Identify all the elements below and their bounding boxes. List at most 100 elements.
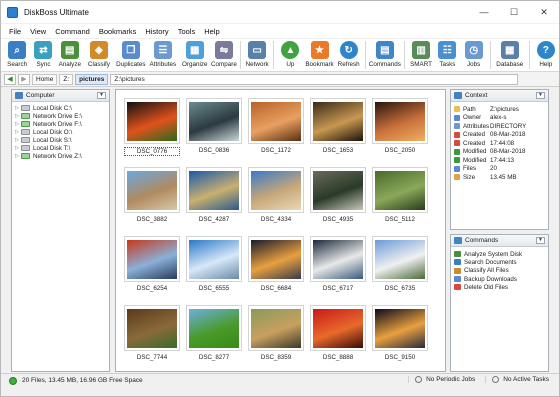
context-panel: Context ▼ Path Z:\pictures Owner alex-s Attr…	[450, 89, 549, 230]
status-tasks[interactable]: No Active Tasks	[485, 376, 549, 383]
command-item[interactable]: Delete Old Files	[451, 283, 548, 291]
photo-image	[189, 308, 239, 348]
toolbar-label: Search	[7, 61, 28, 68]
close-button[interactable]: ✕	[529, 1, 559, 23]
compare-icon: ⇋	[214, 41, 233, 59]
commands-dropdown-button[interactable]: ▼	[536, 237, 545, 244]
tree-item-drive[interactable]: ▷ Network Drive F:\	[12, 120, 109, 128]
commands-icon: ▤	[375, 41, 394, 59]
menu-file[interactable]: File	[9, 27, 21, 36]
photo-thumbnail[interactable]: DSC_8888	[310, 305, 366, 361]
refresh-button[interactable]: ↻ Refresh	[336, 39, 362, 68]
command-item[interactable]: Search Documents	[451, 258, 548, 266]
photo-thumbnail[interactable]: DSC_1172	[248, 98, 304, 154]
thumbnail-caption: DSC_4334	[260, 216, 292, 223]
path-input[interactable]: Z:\pictures	[110, 73, 519, 85]
tasks-clock-icon	[492, 376, 500, 383]
context-row: Path Z:\pictures	[451, 105, 548, 114]
back-arrow-icon[interactable]: ◀	[4, 73, 16, 85]
photo-thumbnail[interactable]: DSC_4287	[186, 167, 242, 223]
help-button[interactable]: ? Help	[533, 39, 559, 68]
photo-thumbnail[interactable]: DSC_6254	[124, 236, 180, 292]
photo-image	[251, 239, 301, 279]
context-panel-title: Context	[465, 92, 488, 99]
status-jobs[interactable]: No Periodic Jobs	[408, 376, 475, 383]
property-key: Created	[463, 131, 486, 139]
tree-item-drive[interactable]: ▷ Local Disk S:\	[12, 136, 109, 144]
commands-panel-title: Commands	[465, 237, 499, 244]
duplicates-icon: ❐	[121, 41, 140, 59]
forward-arrow-icon[interactable]: ▶	[18, 73, 30, 85]
photo-thumbnail[interactable]: DSC_6684	[248, 236, 304, 292]
property-icon	[454, 131, 460, 138]
command-item[interactable]: Classify All Files	[451, 267, 548, 275]
photo-thumbnail[interactable]: DSC_5112	[372, 167, 428, 223]
sync-button[interactable]: ⇄ Sync	[30, 39, 56, 68]
breadcrumb-drive[interactable]: Z:	[59, 73, 74, 85]
photo-thumbnail[interactable]: DSC_6555	[186, 236, 242, 292]
menu-command[interactable]: Command	[55, 27, 90, 36]
photo-image	[251, 170, 301, 210]
bookmark-button[interactable]: ★ Bookmark	[304, 39, 336, 68]
menu-help[interactable]: Help	[204, 27, 219, 36]
tree-item-drive[interactable]: ▷ Network Drive E:\	[12, 112, 109, 120]
refresh-icon: ↻	[339, 41, 358, 59]
up-button[interactable]: ▲ Up	[277, 39, 303, 68]
property-key: Path	[463, 105, 476, 113]
photo-thumbnail[interactable]: DSC_6735	[372, 236, 428, 292]
menu-bookmarks[interactable]: Bookmarks	[99, 27, 137, 36]
attributes-button[interactable]: ☰ Attributes	[147, 39, 179, 68]
jobs-button[interactable]: ◷ Jobs	[461, 39, 487, 68]
photo-thumbnail[interactable]: DSC_8277	[186, 305, 242, 361]
breadcrumb-current[interactable]: pictures	[75, 73, 109, 85]
menu-view[interactable]: View	[30, 27, 46, 36]
drive-label: Network Drive Z:\	[33, 152, 82, 160]
sync-icon: ⇄	[34, 41, 53, 59]
photo-thumbnail[interactable]: DSC_4935	[310, 167, 366, 223]
address-bar: ◀ ▶ Home Z: pictures Z:\pictures	[1, 72, 559, 87]
local-disk-icon	[21, 129, 30, 135]
panel-dropdown-button[interactable]: ▼	[97, 92, 106, 99]
tree-item-drive[interactable]: ▷ Local Disk T:\	[12, 144, 109, 152]
breadcrumb-home[interactable]: Home	[32, 73, 58, 85]
photo-thumbnail[interactable]: DSC_2050	[372, 98, 428, 154]
search-button[interactable]: ⌕ Search	[4, 39, 30, 68]
organize-button[interactable]: ▦ Organize	[179, 39, 211, 68]
compare-button[interactable]: ⇋ Compare	[211, 39, 237, 68]
context-dropdown-button[interactable]: ▼	[536, 92, 545, 99]
classify-icon: ◈	[89, 41, 108, 59]
database-button[interactable]: ▦ Database	[494, 39, 526, 68]
smart-button[interactable]: ▥ SMART	[408, 39, 434, 68]
minimize-button[interactable]: —	[469, 1, 499, 23]
photo-thumbnail[interactable]: DSC_6717	[310, 236, 366, 292]
tree-item-drive[interactable]: ▷ Network Drive Z:\	[12, 152, 109, 160]
command-item[interactable]: Backup Downloads	[451, 275, 548, 283]
command-label: Analyze System Disk	[464, 250, 523, 258]
menu-tools[interactable]: Tools	[178, 27, 196, 36]
photo-thumbnail[interactable]: DSC_4334	[248, 167, 304, 223]
thumbnail-frame	[186, 236, 242, 282]
property-icon	[454, 106, 460, 113]
maximize-button[interactable]: ☐	[499, 1, 529, 23]
photo-thumbnail[interactable]: DSC_0776	[124, 98, 180, 156]
menu-history[interactable]: History	[145, 27, 168, 36]
thumbnail-frame	[248, 236, 304, 282]
drive-label: Local Disk T:\	[33, 144, 71, 152]
command-item[interactable]: Analyze System Disk	[451, 250, 548, 258]
photo-thumbnail[interactable]: DSC_0836	[186, 98, 242, 154]
thumbnail-caption: DSC_8359	[260, 354, 292, 361]
status-right: No Periodic Jobs No Active Tasks	[398, 376, 549, 383]
photo-thumbnail[interactable]: DSC_3882	[124, 167, 180, 223]
commands-button[interactable]: ▤ Commands	[369, 39, 401, 68]
duplicates-button[interactable]: ❐ Duplicates	[115, 39, 147, 68]
photo-thumbnail[interactable]: DSC_9150	[372, 305, 428, 361]
tree-item-drive[interactable]: ▷ Local Disk O:\	[12, 128, 109, 136]
tree-item-drive[interactable]: ▷ Local Disk C:\	[12, 104, 109, 112]
photo-thumbnail[interactable]: DSC_1653	[310, 98, 366, 154]
photo-thumbnail[interactable]: DSC_8359	[248, 305, 304, 361]
tasks-button[interactable]: ☷ Tasks	[434, 39, 460, 68]
photo-thumbnail[interactable]: DSC_7744	[124, 305, 180, 361]
analyze-button[interactable]: ▤ Analyze	[57, 39, 83, 68]
classify-button[interactable]: ◈ Classify	[83, 39, 115, 68]
network-button[interactable]: ▭ Network	[244, 39, 270, 68]
